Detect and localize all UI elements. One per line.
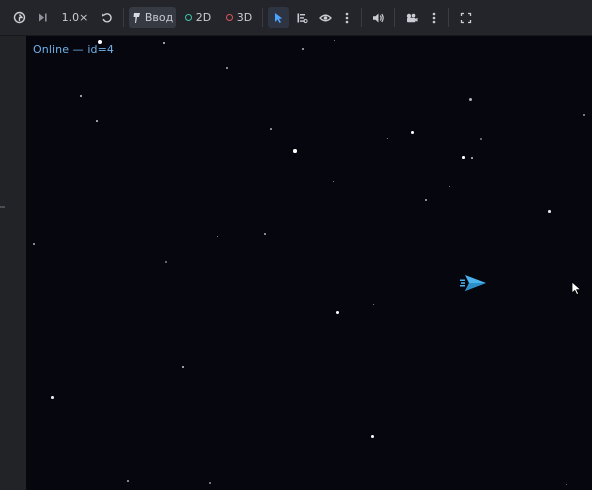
toolbar-separator <box>394 8 395 27</box>
eye-icon <box>318 14 332 21</box>
input-icon <box>133 12 140 23</box>
star <box>566 484 567 485</box>
select-icon <box>275 12 283 23</box>
input-label: Ввод <box>144 11 174 24</box>
star <box>336 311 339 314</box>
star <box>371 435 374 438</box>
star <box>387 138 388 139</box>
star <box>411 131 414 134</box>
star <box>548 210 551 213</box>
fullscreen-icon <box>460 12 471 23</box>
star <box>165 261 167 263</box>
camera-override-button[interactable] <box>401 7 422 28</box>
star <box>98 40 102 44</box>
star <box>302 48 304 50</box>
star <box>80 95 82 97</box>
gutter-marker <box>0 206 5 208</box>
select-mode-button[interactable] <box>268 7 289 28</box>
toolbar-separator <box>361 8 362 27</box>
star <box>51 396 54 399</box>
remote-icon <box>13 11 26 24</box>
star <box>182 366 184 368</box>
star <box>209 482 211 484</box>
fullscreen-button[interactable] <box>455 7 476 28</box>
game-viewport[interactable]: Online — id=4 <box>26 36 592 490</box>
star <box>425 199 427 201</box>
view-options-button[interactable] <box>339 7 355 28</box>
toolbar-separator <box>448 8 449 27</box>
star <box>293 149 297 153</box>
connection-status: Online — id=4 <box>33 43 115 56</box>
reset-speed-button[interactable] <box>97 7 117 28</box>
camera-icon <box>406 13 418 22</box>
star <box>469 98 472 101</box>
star <box>33 243 35 245</box>
star <box>480 138 482 140</box>
3d-mode-icon <box>225 14 233 21</box>
mode-2d-label: 2D <box>195 11 212 24</box>
player-ship <box>460 275 486 291</box>
camera-view-button[interactable] <box>315 7 335 28</box>
more-icon <box>345 12 349 23</box>
speed-selector[interactable]: 1.0× <box>58 7 92 28</box>
star <box>264 233 266 235</box>
star <box>217 236 218 237</box>
mouse-cursor-icon <box>571 281 582 296</box>
reset-icon <box>102 12 112 23</box>
step-frame-button[interactable] <box>33 7 52 28</box>
star <box>96 120 98 122</box>
input-toggle-button[interactable]: Ввод <box>129 7 176 28</box>
remote-debug-button[interactable] <box>9 7 30 28</box>
star <box>462 156 465 159</box>
star <box>127 480 129 482</box>
list-icon <box>297 13 308 23</box>
audio-icon <box>373 13 384 22</box>
star <box>449 186 450 187</box>
star <box>226 67 228 69</box>
2d-mode-icon <box>184 14 192 21</box>
star <box>583 114 585 116</box>
star <box>373 304 374 305</box>
speed-label: 1.0× <box>61 11 89 24</box>
star <box>471 157 473 159</box>
toolbar-separator <box>123 8 124 27</box>
mute-audio-button[interactable] <box>368 7 389 28</box>
mode-2d-button[interactable]: 2D <box>181 7 215 28</box>
star <box>333 181 334 182</box>
step-frame-icon <box>39 13 47 22</box>
camera-options-button[interactable] <box>426 7 442 28</box>
game-toolbar: 1.0× Ввод 2D 3D <box>0 0 592 36</box>
mode-3d-button[interactable]: 3D <box>221 7 257 28</box>
list-select-button[interactable] <box>292 7 312 28</box>
mode-3d-label: 3D <box>236 11 253 24</box>
more-icon <box>432 12 436 23</box>
star <box>270 128 272 130</box>
viewport-gutter <box>0 36 26 490</box>
star <box>163 42 165 44</box>
toolbar-separator <box>262 8 263 27</box>
star <box>334 40 335 41</box>
